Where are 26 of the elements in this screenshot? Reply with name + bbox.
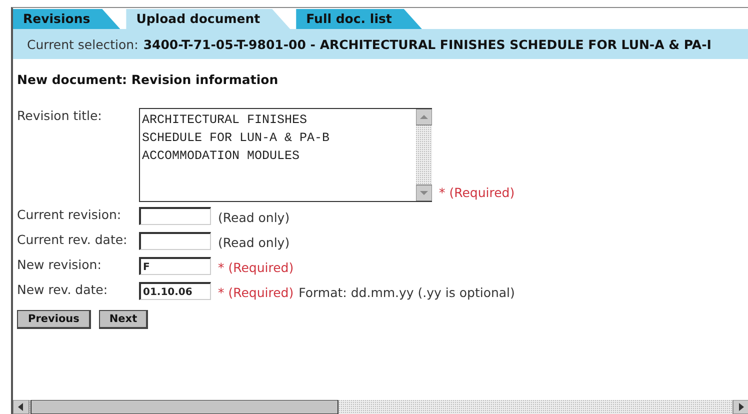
field-label: Revision title: bbox=[17, 108, 103, 123]
field-note: * (Required) bbox=[439, 185, 515, 200]
scrollbar-drawing[interactable] bbox=[13, 400, 748, 414]
field-note: (Read only) bbox=[218, 210, 290, 225]
format-hint: Format: dd.mm.yy (.yy is optional) bbox=[298, 285, 515, 300]
selection-value: 3400-T-71-05-T-9801-00 - ARCHITECTURAL FINISHES SCHEDULE FOR LUN-A & PA-I bbox=[143, 36, 712, 52]
field-note: * (Required) bbox=[218, 260, 294, 275]
scrollbar-drawing[interactable] bbox=[416, 109, 432, 201]
tab[interactable]: Full doc. list bbox=[296, 9, 422, 29]
field-label: Current rev. date: bbox=[17, 232, 128, 247]
text-area[interactable]: ARCHITECTURAL FINISHES SCHEDULE FOR LUN-A & PA-B ACCOMMODATION MODULES bbox=[139, 108, 432, 202]
input-field[interactable] bbox=[139, 207, 211, 225]
tab[interactable]: Upload document bbox=[126, 9, 290, 29]
tab[interactable]: Revisions bbox=[13, 9, 120, 29]
nav-button[interactable]: Next bbox=[99, 310, 148, 329]
field-note: * (Required) bbox=[218, 285, 294, 300]
input-field[interactable]: F bbox=[139, 257, 211, 275]
input-field[interactable]: 01.10.06 bbox=[139, 282, 211, 300]
nav-button[interactable]: Previous bbox=[17, 310, 92, 329]
selection-label: Current selection: bbox=[27, 36, 138, 52]
input-field[interactable] bbox=[139, 232, 211, 250]
field-label: Current revision: bbox=[17, 207, 122, 222]
field-note: (Read only) bbox=[218, 235, 290, 250]
field-label: New rev. date: bbox=[17, 282, 109, 297]
section-heading: New document: Revision information bbox=[17, 72, 280, 87]
field-label: New revision: bbox=[17, 257, 102, 272]
